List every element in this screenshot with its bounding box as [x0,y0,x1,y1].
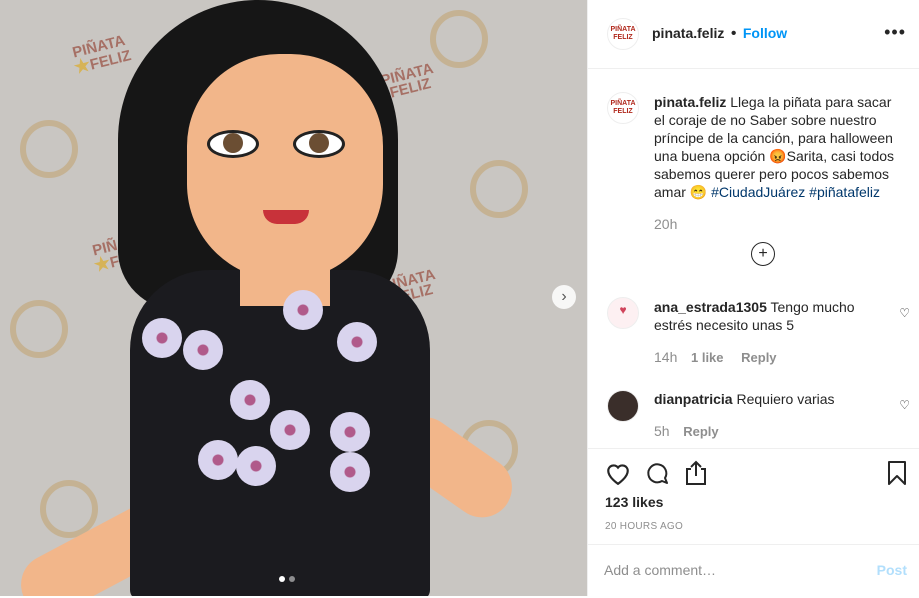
post-photo[interactable]: PIÑATA★FELIZ PIÑATAFELIZ PIÑATA★FELIZ PI… [0,0,587,596]
share-icon[interactable] [684,460,708,486]
comment-time[interactable]: 5h [654,423,670,439]
bookmark-icon[interactable] [887,460,907,486]
pinata-face [187,54,383,280]
carousel-next-button[interactable]: › [552,285,576,309]
flower [270,410,310,450]
watermark-logo: PIÑATA★FELIZ [70,32,133,78]
load-more-comments-icon[interactable]: + [751,242,775,266]
post-username[interactable]: pinata.feliz [652,25,724,41]
flower [330,412,370,452]
carousel-indicator [279,576,295,582]
pinata-mouth [263,210,309,224]
likes-count[interactable]: 123 likes [605,494,663,510]
comment-bubble-icon[interactable] [644,461,670,485]
avatar[interactable]: PIÑATA FELIZ [607,18,639,50]
separator-dot: • [730,25,737,42]
pinata-eye [207,130,259,158]
like-comment-heart-icon[interactable]: ♡ [899,306,910,320]
caption-username[interactable]: pinata.feliz [654,94,726,110]
comment-meta: 14h 1 like Reply [654,349,777,365]
comment: ana_estrada1305 Tengo mucho estrés neces… [654,298,884,334]
hashtag-link[interactable]: #piñatafeliz [809,184,880,200]
comment-text: Requiero varias [736,391,835,407]
carousel-dot [289,576,295,582]
like-comment-heart-icon[interactable]: ♡ [899,398,910,412]
flower [283,290,323,330]
post-panel: PIÑATA FELIZ pinata.feliz • Follow ••• PI… [587,0,919,596]
chevron-right-icon: › [561,288,567,305]
post-timestamp[interactable]: 20 HOURS AGO [605,521,683,532]
carousel-dot [279,576,285,582]
more-options-icon[interactable]: ••• [884,22,906,43]
flower [230,380,270,420]
hashtag-link[interactable]: #CiudadJuárez [711,184,805,200]
heart-icon: ♥ [619,303,627,317]
post-header: PIÑATA FELIZ pinata.feliz • Follow ••• [588,0,919,69]
caption-time[interactable]: 20h [654,216,677,232]
comment-avatar[interactable] [607,390,639,422]
like-heart-icon[interactable] [605,461,631,485]
pinata-eye [293,130,345,158]
post-comment-button[interactable]: Post [877,562,907,578]
avatar-logo: PIÑATA FELIZ [610,26,636,41]
comment: dianpatricia Requiero varias [654,390,884,408]
comment-avatar[interactable]: ♥ [607,297,639,329]
add-comment-input[interactable]: Add a comment… [604,562,716,578]
follow-button[interactable]: Follow [743,25,787,41]
flower [142,318,182,358]
flower [330,452,370,492]
reply-button[interactable]: Reply [683,424,718,439]
avatar-logo: PIÑATA FELIZ [610,100,636,115]
comment-username[interactable]: dianpatricia [654,391,733,407]
flower [198,440,238,480]
flower [337,322,377,362]
reply-button[interactable]: Reply [741,350,776,365]
caption-avatar[interactable]: PIÑATA FELIZ [607,92,639,124]
comment-meta: 5h Reply [654,423,719,439]
add-comment-bar: Add a comment… Post [588,544,919,598]
flower [183,330,223,370]
post-actions: 123 likes 20 HOURS AGO Add a comment… Po… [588,448,919,597]
comment-likes[interactable]: 1 like [691,350,724,365]
comment-time[interactable]: 14h [654,349,677,365]
flower [236,446,276,486]
caption: pinata.feliz Llega la piñata para sacar … [654,93,904,201]
comment-username[interactable]: ana_estrada1305 [654,299,767,315]
